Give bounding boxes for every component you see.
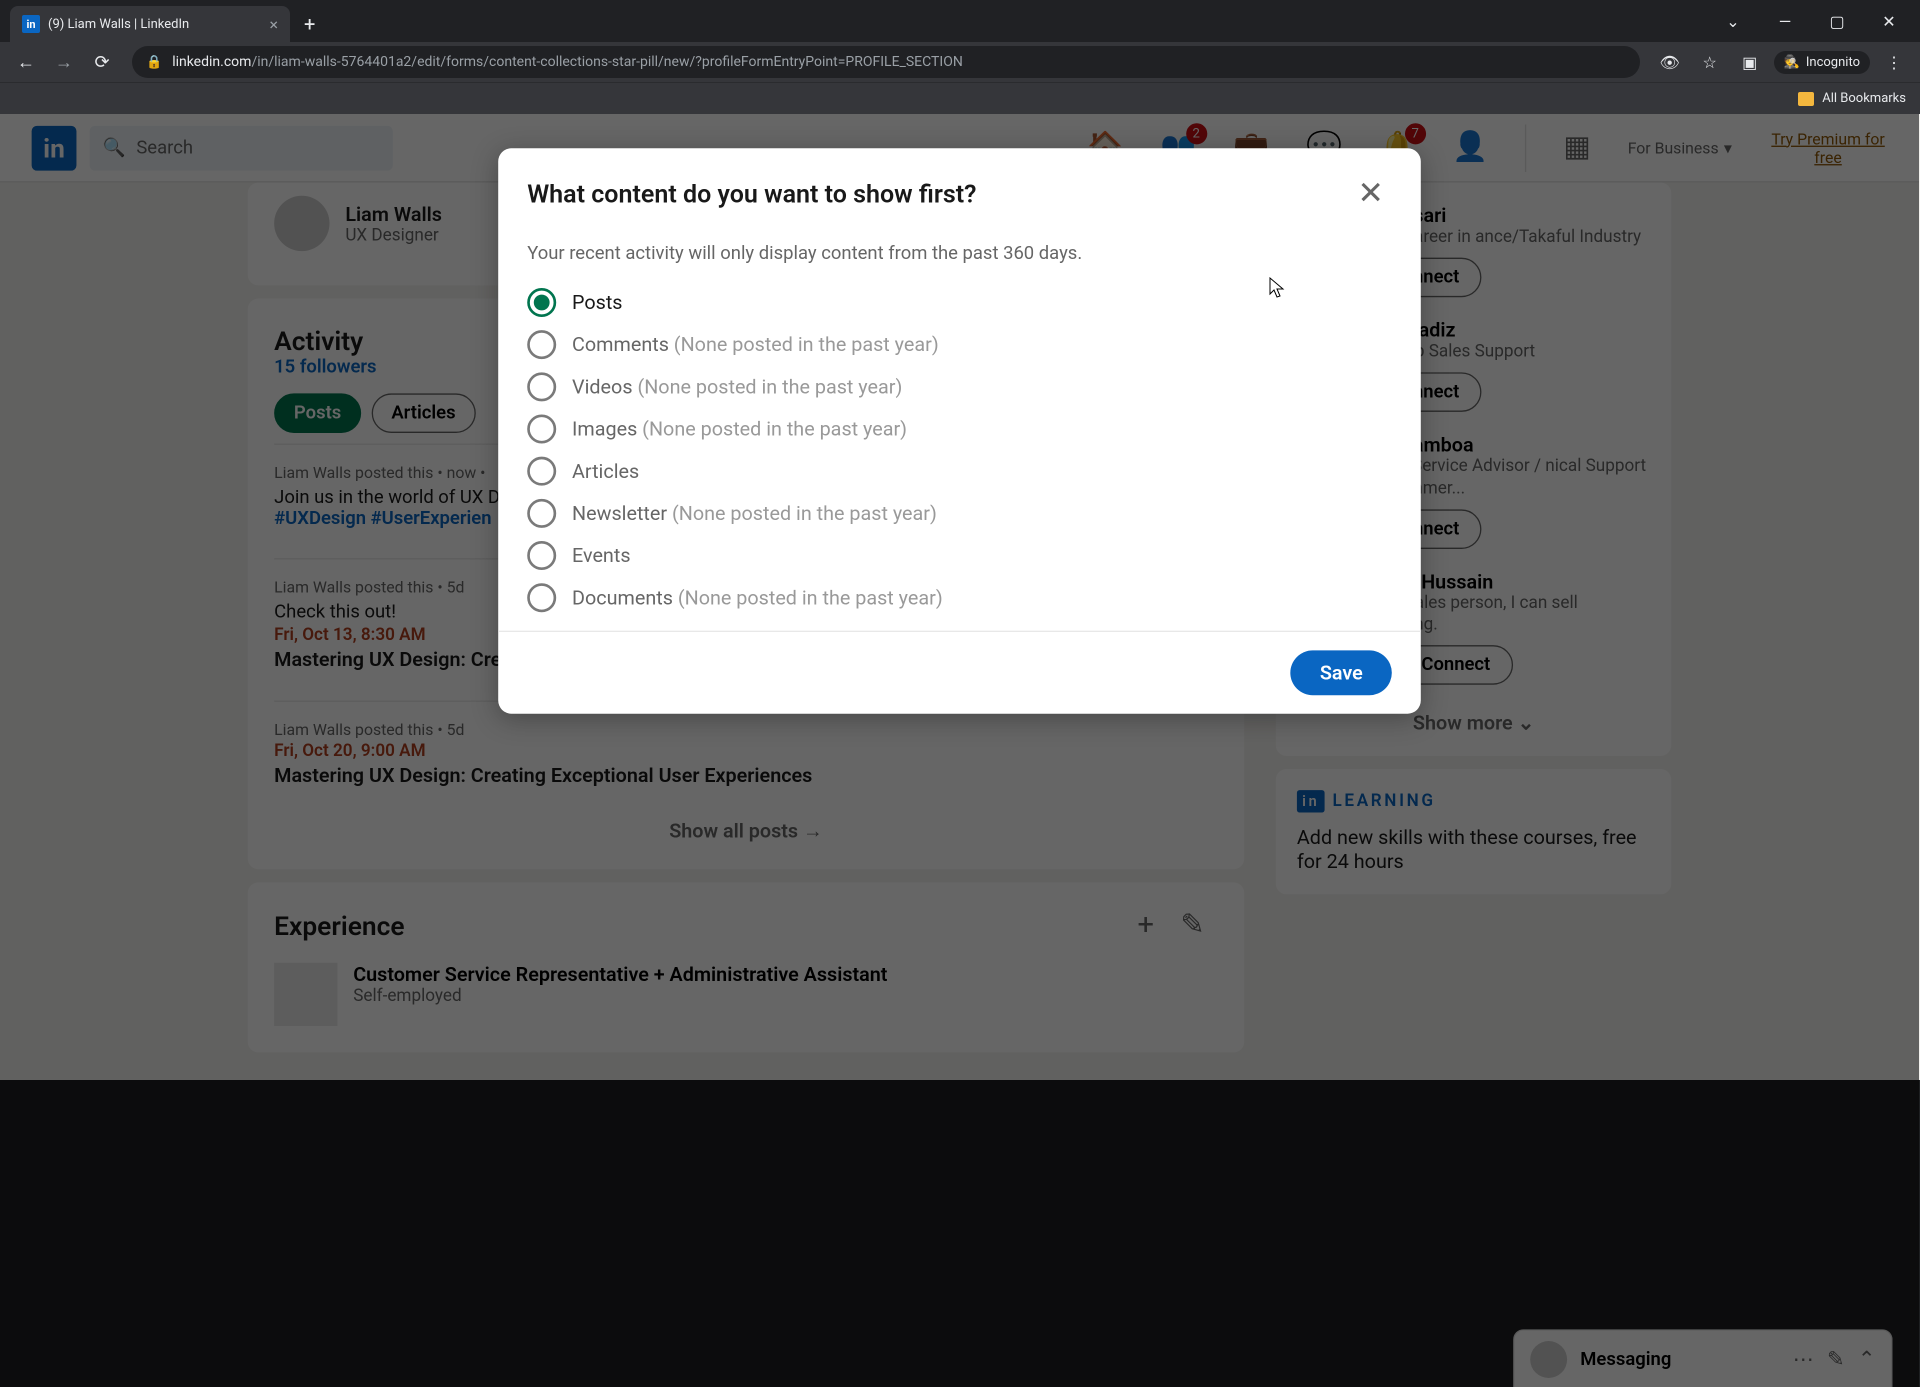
lock-icon: 🔒	[146, 55, 162, 70]
forward-icon[interactable]: →	[48, 46, 80, 78]
new-tab-button[interactable]: +	[290, 6, 329, 42]
all-bookmarks-link[interactable]: All Bookmarks	[1822, 91, 1906, 106]
content-preference-modal: What content do you want to show first? …	[498, 148, 1421, 713]
radio-icon[interactable]	[527, 499, 556, 528]
minimize-icon[interactable]: —	[1762, 5, 1808, 37]
radio-option-comments[interactable]: Comments (None posted in the past year)	[527, 330, 1392, 359]
browser-toolbar: ← → ⟳ 🔒 linkedin.com/in/liam-walls-57644…	[0, 42, 1920, 82]
close-window-icon[interactable]: ✕	[1866, 5, 1912, 37]
radio-option-videos[interactable]: Videos (None posted in the past year)	[527, 372, 1392, 401]
extensions-icon[interactable]: ▣	[1734, 46, 1766, 78]
window-controls: ⌄ — ▢ ✕	[1710, 0, 1920, 42]
radio-option-posts[interactable]: Posts	[527, 288, 1392, 317]
save-button[interactable]: Save	[1291, 650, 1392, 695]
radio-option-documents[interactable]: Documents (None posted in the past year)	[527, 583, 1392, 612]
folder-icon	[1798, 92, 1814, 106]
radio-label: Articles	[572, 459, 639, 483]
radio-label: Videos (None posted in the past year)	[572, 375, 902, 399]
url-path: /in/liam-walls-5764401a2/edit/forms/cont…	[251, 54, 962, 70]
bookmarks-bar: All Bookmarks	[0, 82, 1920, 114]
chevron-down-icon[interactable]: ⌄	[1710, 5, 1756, 37]
radio-option-articles[interactable]: Articles	[527, 457, 1392, 486]
radio-label: Images (None posted in the past year)	[572, 417, 907, 441]
address-bar[interactable]: 🔒 linkedin.com/in/liam-walls-5764401a2/e…	[132, 46, 1640, 78]
page-viewport: in 🔍 Search 🏠 👥2 💼 💬 🔔7 👤 ▦ For Business…	[0, 114, 1920, 1080]
close-tab-icon[interactable]: ×	[269, 15, 278, 34]
eye-off-icon[interactable]: 👁	[1654, 46, 1686, 78]
menu-icon[interactable]: ⋮	[1878, 46, 1910, 78]
tab-title: (9) Liam Walls | LinkedIn	[48, 17, 189, 32]
radio-icon[interactable]	[527, 288, 556, 317]
reload-icon[interactable]: ⟳	[86, 46, 118, 78]
radio-label: Posts	[572, 291, 623, 315]
radio-option-events[interactable]: Events	[527, 541, 1392, 570]
cursor-icon	[1269, 277, 1287, 301]
url-domain: linkedin.com	[172, 54, 251, 70]
radio-label: Comments (None posted in the past year)	[572, 333, 939, 357]
radio-icon[interactable]	[527, 372, 556, 401]
browser-tab[interactable]: in (9) Liam Walls | LinkedIn ×	[10, 6, 290, 42]
radio-label: Newsletter (None posted in the past year…	[572, 501, 937, 525]
radio-icon[interactable]	[527, 457, 556, 486]
close-icon[interactable]: ✕	[1350, 172, 1392, 214]
radio-icon[interactable]	[527, 583, 556, 612]
radio-icon[interactable]	[527, 415, 556, 444]
bookmark-star-icon[interactable]: ☆	[1694, 46, 1726, 78]
radio-label: Documents (None posted in the past year)	[572, 586, 943, 610]
incognito-icon: 🕵	[1784, 55, 1800, 70]
incognito-label: Incognito	[1806, 55, 1860, 70]
incognito-badge: 🕵 Incognito	[1774, 51, 1870, 74]
radio-icon[interactable]	[527, 541, 556, 570]
back-icon[interactable]: ←	[10, 46, 42, 78]
modal-overlay[interactable]: What content do you want to show first? …	[0, 114, 1919, 1387]
modal-title: What content do you want to show first?	[527, 178, 1349, 208]
browser-tab-strip: in (9) Liam Walls | LinkedIn × + ⌄ — ▢ ✕	[0, 0, 1920, 42]
radio-label: Events	[572, 544, 631, 568]
maximize-icon[interactable]: ▢	[1814, 5, 1860, 37]
modal-description: Your recent activity will only display c…	[527, 243, 1392, 264]
linkedin-favicon: in	[22, 15, 40, 33]
radio-icon[interactable]	[527, 330, 556, 359]
radio-option-newsletter[interactable]: Newsletter (None posted in the past year…	[527, 499, 1392, 528]
radio-option-images[interactable]: Images (None posted in the past year)	[527, 415, 1392, 444]
